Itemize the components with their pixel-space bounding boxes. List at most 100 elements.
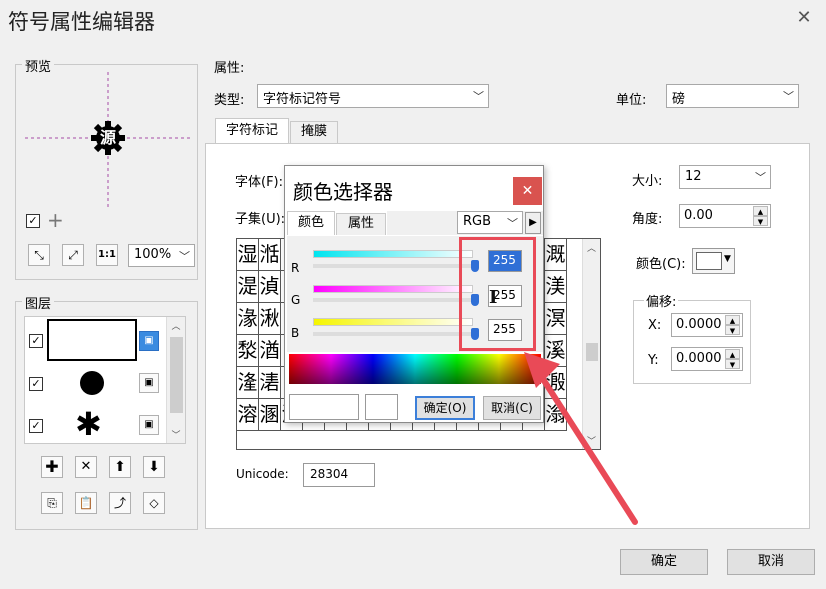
- spin-down-icon[interactable]: ▼: [753, 216, 768, 226]
- b-slider-rail: [313, 332, 473, 336]
- r-slider-track[interactable]: [313, 250, 473, 258]
- properties-label: 属性:: [214, 61, 245, 76]
- annotation-arrow: [524, 352, 638, 525]
- color-mode-select[interactable]: RGB ﹀: [457, 211, 523, 234]
- size-select[interactable]: 12 ﹀: [679, 165, 771, 189]
- offset-y-spinner[interactable]: 0.0000 ▲ ▼: [671, 347, 743, 371]
- color-ok-button[interactable]: 确定(O): [415, 396, 475, 420]
- layers-scrollbar[interactable]: ︿ ﹀: [166, 317, 185, 443]
- type-select[interactable]: 字符标记符号 ﹀: [257, 84, 489, 108]
- layer-lock-icon[interactable]: ▣: [139, 415, 159, 435]
- color-dropdown[interactable]: ▼: [692, 248, 735, 274]
- layer-visibility-checkbox[interactable]: ✓: [29, 377, 43, 391]
- spin-up-icon[interactable]: ▲: [753, 206, 768, 216]
- offset-label: 偏移:: [644, 291, 679, 310]
- cancel-button[interactable]: 取消: [727, 549, 815, 575]
- scroll-thumb[interactable]: [170, 337, 183, 413]
- layer-lock-icon[interactable]: ▣: [139, 331, 159, 351]
- highlight-box: [459, 237, 536, 351]
- g-slider-track[interactable]: [313, 285, 473, 293]
- layer-row[interactable]: ✓ ✱ ▣: [25, 405, 170, 443]
- window-title: 符号属性编辑器: [8, 10, 155, 34]
- tab-mask[interactable]: 掩膜: [290, 121, 338, 143]
- spin-down-icon[interactable]: ▼: [725, 359, 740, 369]
- add-layer-icon[interactable]: ✚: [41, 456, 63, 478]
- delete-layer-icon[interactable]: ✕: [75, 456, 97, 478]
- tag-icon[interactable]: ◇: [143, 492, 165, 514]
- glyph-cell[interactable]: 湱: [259, 367, 281, 399]
- copy-icon[interactable]: ⎘: [41, 492, 63, 514]
- scroll-up-icon[interactable]: ︿: [583, 241, 600, 254]
- glyph-cell[interactable]: 溟: [545, 303, 567, 335]
- angle-label: 角度:: [632, 212, 663, 227]
- layer-lock-icon[interactable]: ▣: [139, 373, 159, 393]
- tab-label: 掩膜: [300, 124, 327, 139]
- glyph-cell[interactable]: 溶: [237, 399, 259, 431]
- b-slider-track[interactable]: [313, 318, 473, 326]
- zoom-value: 100%: [134, 247, 172, 262]
- fit-extent-icon[interactable]: ⤡: [28, 244, 50, 266]
- unicode-field[interactable]: 28304: [303, 463, 375, 487]
- layer-row[interactable]: ✓ ▣: [25, 365, 170, 403]
- glyph-cell[interactable]: 溷: [259, 399, 281, 431]
- tab-character-marker[interactable]: 字符标记: [215, 118, 289, 144]
- text-cursor-icon: I: [489, 287, 498, 308]
- unit-select[interactable]: 磅 ﹀: [666, 84, 799, 108]
- reset-icon[interactable]: ⤴: [109, 492, 131, 514]
- unit-label: 单位:: [616, 93, 647, 108]
- tab-label: 属性: [347, 216, 374, 231]
- glyph-cell[interactable]: 湜: [237, 271, 259, 303]
- scroll-down-icon[interactable]: ﹀: [167, 428, 185, 441]
- color-spectrum[interactable]: [289, 354, 541, 384]
- offset-x-value: 0.0000: [676, 317, 722, 332]
- full-extent-icon[interactable]: ⤢: [62, 244, 84, 266]
- type-label: 类型:: [214, 93, 245, 108]
- offset-x-spinner[interactable]: 0.0000 ▲ ▼: [671, 313, 743, 337]
- chevron-down-icon: ﹀: [473, 90, 484, 103]
- zoom-select[interactable]: 100% ﹀: [128, 244, 195, 267]
- tab-label: 颜色: [297, 215, 324, 230]
- glyph-cell[interactable]: 湿: [237, 239, 259, 271]
- layers-label: 图层: [22, 293, 55, 312]
- unit-value: 磅: [672, 92, 686, 107]
- angle-spinner[interactable]: 0.00 ▲ ▼: [679, 204, 771, 228]
- ok-button[interactable]: 确定: [620, 549, 708, 575]
- layer-visibility-checkbox[interactable]: ✓: [29, 419, 43, 433]
- g-slider-rail: [313, 298, 473, 302]
- spin-up-icon[interactable]: ▲: [725, 349, 740, 359]
- chevron-down-icon: ﹀: [783, 90, 794, 103]
- layer-swatch-selected[interactable]: [47, 319, 137, 361]
- preview-checkbox[interactable]: ✓: [26, 214, 40, 228]
- offset-x-label: X:: [648, 318, 662, 333]
- spin-down-icon[interactable]: ▼: [725, 325, 740, 335]
- more-arrow-icon[interactable]: ▶: [525, 212, 541, 234]
- angle-value: 0.00: [684, 208, 713, 223]
- glyph-cell[interactable]: 湪: [237, 303, 259, 335]
- close-button[interactable]: ✕: [513, 177, 542, 205]
- color-mode-value: RGB: [463, 214, 492, 229]
- tab-color[interactable]: 颜色: [287, 211, 335, 235]
- paste-icon[interactable]: 📋: [75, 492, 97, 514]
- chevron-down-icon: ﹀: [507, 217, 518, 230]
- glyph-cell[interactable]: 湰: [237, 367, 259, 399]
- glyph-cell[interactable]: 湞: [259, 271, 281, 303]
- close-icon[interactable]: ✕: [794, 8, 814, 28]
- glyph-cell[interactable]: 湉: [259, 239, 281, 271]
- add-symbol-icon[interactable]: +: [47, 208, 64, 232]
- move-down-icon[interactable]: ⬇: [143, 456, 165, 478]
- glyph-cell[interactable]: 湭: [259, 335, 281, 367]
- glyph-cell[interactable]: 溉: [545, 239, 567, 271]
- actual-size-icon[interactable]: 1:1: [96, 244, 118, 266]
- old-color-swatch: [365, 394, 398, 420]
- layer-visibility-checkbox[interactable]: ✓: [29, 334, 43, 348]
- scroll-up-icon[interactable]: ︿: [167, 319, 185, 332]
- layer-row[interactable]: ✓ ▣: [25, 317, 170, 361]
- spin-up-icon[interactable]: ▲: [725, 315, 740, 325]
- tab-properties[interactable]: 属性: [336, 213, 386, 235]
- color-picker-title: 颜色选择器: [293, 180, 393, 204]
- glyph-cell[interactable]: 湬: [237, 335, 259, 367]
- glyph-cell[interactable]: 渼: [545, 271, 567, 303]
- glyph-cell[interactable]: 湫: [259, 303, 281, 335]
- move-up-icon[interactable]: ⬆: [109, 456, 131, 478]
- layers-list: ✓ ▣ ✓ ▣ ✓ ✱ ▣: [24, 316, 186, 444]
